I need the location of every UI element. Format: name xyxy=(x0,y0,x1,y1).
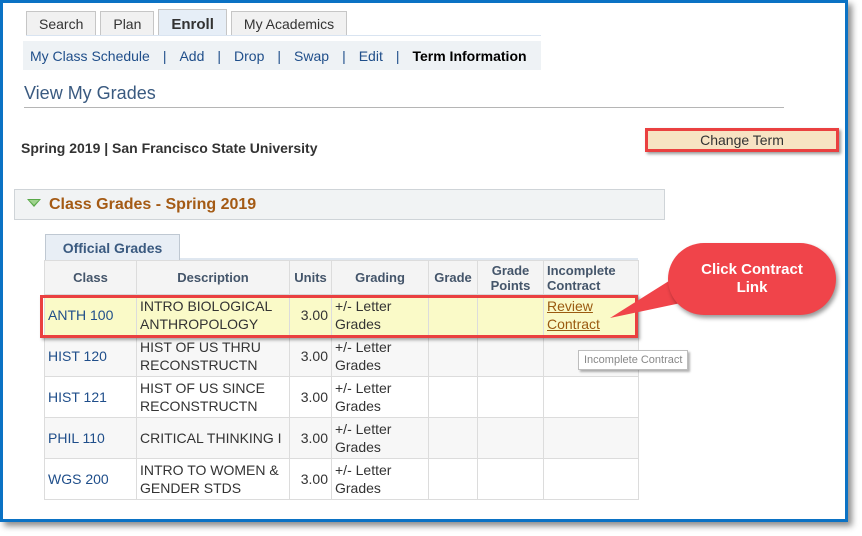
header-grading: Grading xyxy=(331,260,429,295)
class-units: 3.00 xyxy=(289,335,332,377)
header-class: Class xyxy=(44,260,137,295)
table-header-row: Class Description Units Grading Grade Gr… xyxy=(44,260,639,295)
subnav-my-class-schedule[interactable]: My Class Schedule xyxy=(30,48,150,64)
class-grade xyxy=(428,417,478,459)
class-units: 3.00 xyxy=(289,417,332,459)
class-units: 3.00 xyxy=(289,294,332,336)
class-code[interactable]: ANTH 100 xyxy=(44,294,137,336)
class-grading: +/- Letter Grades xyxy=(331,294,429,336)
class-code[interactable]: PHIL 110 xyxy=(44,417,137,459)
term-institution: Spring 2019 | San Francisco State Univer… xyxy=(21,140,318,156)
class-description: HIST OF US THRU RECONSTRUCTN xyxy=(136,335,290,377)
class-grade xyxy=(428,458,478,500)
subnav-separator: | xyxy=(162,47,167,64)
subnav-add[interactable]: Add xyxy=(179,48,204,64)
class-units: 3.00 xyxy=(289,376,332,418)
class-grading: +/- Letter Grades xyxy=(331,417,429,459)
header-grade: Grade xyxy=(428,260,478,295)
table-row: ANTH 100 INTRO BIOLOGICAL ANTHROPOLOGY 3… xyxy=(44,294,639,336)
table-row: HIST 121 HIST OF US SINCE RECONSTRUCTN 3… xyxy=(44,376,639,418)
tab-plan[interactable]: Plan xyxy=(100,11,155,35)
tab-search[interactable]: Search xyxy=(26,11,97,35)
class-grade xyxy=(428,335,478,377)
incomplete-contract-tooltip: Incomplete Contract xyxy=(578,350,689,370)
main-tabs: Search Plan Enroll My Academics xyxy=(26,9,351,36)
subnav-edit[interactable]: Edit xyxy=(359,48,383,64)
section-title: Class Grades - Spring 2019 xyxy=(49,195,257,213)
review-contract-link[interactable]: Review Contract xyxy=(547,298,600,332)
class-units: 3.00 xyxy=(289,458,332,500)
class-grade xyxy=(428,376,478,418)
class-description: INTRO BIOLOGICAL ANTHROPOLOGY xyxy=(136,294,290,336)
tab-enroll[interactable]: Enroll xyxy=(158,9,227,36)
class-grade xyxy=(428,294,478,336)
class-description: INTRO TO WOMEN & GENDER STDS xyxy=(136,458,290,500)
header-description: Description xyxy=(136,260,290,295)
class-grades-section-header[interactable]: Class Grades - Spring 2019 xyxy=(14,189,665,220)
callout-bubble: Click Contract Link xyxy=(668,243,836,315)
class-grading: +/- Letter Grades xyxy=(331,376,429,418)
title-divider xyxy=(24,107,784,108)
incomplete-contract-cell xyxy=(543,417,639,459)
grades-table: Class Description Units Grading Grade Gr… xyxy=(44,260,639,500)
table-row: HIST 120 HIST OF US THRU RECONSTRUCTN 3.… xyxy=(44,335,639,377)
header-grade-points: Grade Points xyxy=(477,260,544,295)
class-grade-points xyxy=(477,294,544,336)
class-grade-points xyxy=(477,376,544,418)
collapse-triangle-icon[interactable] xyxy=(27,199,41,207)
subnav-swap[interactable]: Swap xyxy=(294,48,329,64)
class-description: HIST OF US SINCE RECONSTRUCTN xyxy=(136,376,290,418)
class-grade-points xyxy=(477,335,544,377)
change-term-button[interactable]: Change Term xyxy=(645,128,839,152)
class-grade-points xyxy=(477,458,544,500)
subnav-drop[interactable]: Drop xyxy=(234,48,264,64)
class-code[interactable]: WGS 200 xyxy=(44,458,137,500)
table-row: PHIL 110 CRITICAL THINKING I 3.00 +/- Le… xyxy=(44,417,639,459)
subnav-separator: | xyxy=(342,47,346,64)
class-code[interactable]: HIST 120 xyxy=(44,335,137,377)
tab-underline xyxy=(26,35,541,36)
subnav-separator: | xyxy=(395,47,400,64)
class-description: CRITICAL THINKING I xyxy=(136,417,290,459)
subnav-separator: | xyxy=(277,47,282,64)
tab-my-academics[interactable]: My Academics xyxy=(230,11,348,35)
page-title: View My Grades xyxy=(24,83,156,103)
class-grading: +/- Letter Grades xyxy=(331,458,429,500)
header-units: Units xyxy=(289,260,332,295)
class-grading: +/- Letter Grades xyxy=(331,335,429,377)
class-grade-points xyxy=(477,417,544,459)
incomplete-contract-cell xyxy=(543,458,639,500)
subnav-separator: | xyxy=(217,47,222,64)
incomplete-contract-cell xyxy=(543,376,639,418)
callout-text: Click Contract Link xyxy=(701,261,803,296)
table-row: WGS 200 INTRO TO WOMEN & GENDER STDS 3.0… xyxy=(44,458,639,500)
enroll-subnav: My Class Schedule | Add | Drop | Swap | … xyxy=(23,41,541,70)
subnav-term-information: Term Information xyxy=(412,47,527,64)
official-grades-tab[interactable]: Official Grades xyxy=(45,234,180,260)
class-code[interactable]: HIST 121 xyxy=(44,376,137,418)
